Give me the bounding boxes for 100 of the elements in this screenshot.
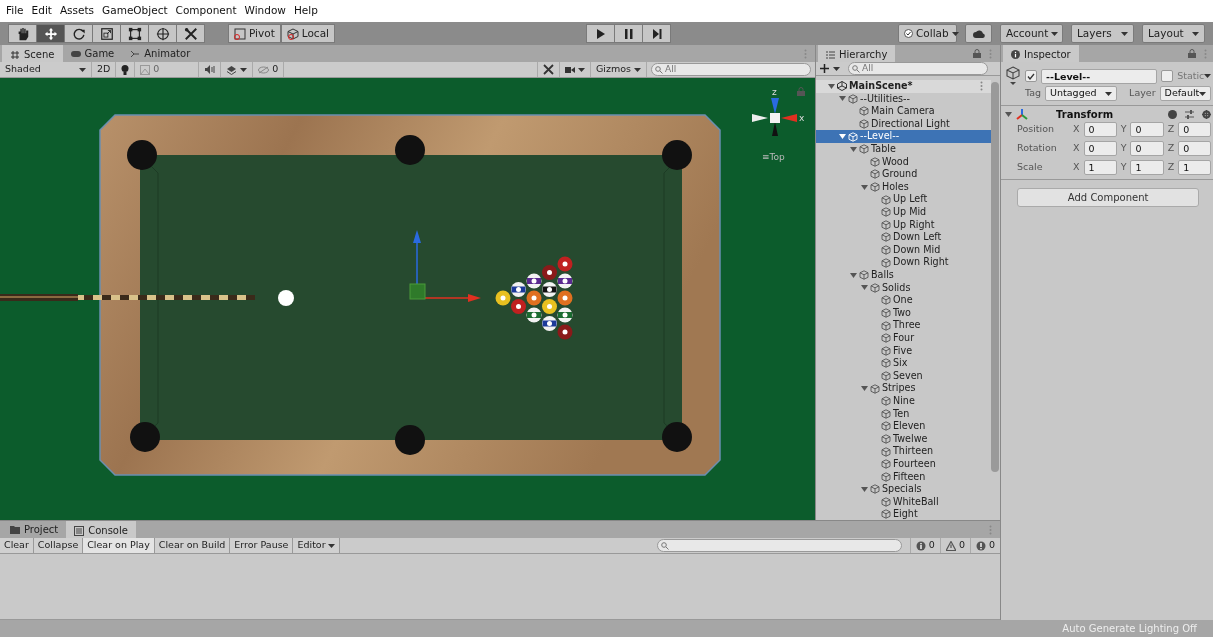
tools-button[interactable]: [537, 62, 560, 77]
number-field[interactable]: 1: [1130, 160, 1164, 175]
hierarchy-item[interactable]: Balls: [816, 268, 991, 282]
hierarchy-item[interactable]: Table: [816, 142, 991, 156]
hierarchy-item[interactable]: Down Mid: [816, 243, 991, 257]
hidden-objects-button[interactable]: 0: [253, 62, 285, 77]
clear-button[interactable]: Clear: [0, 538, 34, 553]
hierarchy-item[interactable]: Solids: [816, 281, 991, 295]
hierarchy-item[interactable]: --Level--: [816, 130, 991, 143]
hierarchy-item[interactable]: Fifteen: [816, 470, 991, 483]
hierarchy-item[interactable]: Main Camera: [816, 105, 991, 118]
number-field[interactable]: 0: [1083, 122, 1117, 137]
transform-tool-button[interactable]: [148, 24, 177, 43]
log-count-button[interactable]: 0: [939, 538, 970, 553]
hierarchy-item[interactable]: Up Right: [816, 218, 991, 232]
hierarchy-item[interactable]: Eleven: [816, 420, 991, 433]
hierarchy-item[interactable]: One: [816, 294, 991, 307]
console-toggle[interactable]: Clear on Play: [83, 538, 155, 553]
hierarchy-item[interactable]: Ground: [816, 168, 991, 181]
hierarchy-item[interactable]: WhiteBall: [816, 495, 991, 509]
console-toggle[interactable]: Clear on Build: [154, 538, 231, 553]
hierarchy-tab[interactable]: Hierarchy: [818, 45, 896, 62]
menu-item[interactable]: Component: [175, 3, 237, 19]
local-button[interactable]: Local: [280, 24, 335, 43]
tab[interactable]: Console: [66, 521, 136, 538]
custom-tool-button[interactable]: [176, 24, 205, 43]
editor-dropdown[interactable]: Editor: [293, 538, 340, 553]
hierarchy-item[interactable]: Twelwe: [816, 432, 991, 446]
number-field[interactable]: 1: [1083, 160, 1117, 175]
hierarchy-item[interactable]: Down Left: [816, 231, 991, 244]
hierarchy-item[interactable]: Up Mid: [816, 205, 991, 219]
move-tool-button[interactable]: [36, 24, 65, 43]
menu-item[interactable]: Help: [293, 3, 318, 19]
tab[interactable]: Animator: [122, 45, 199, 62]
hierarchy-item[interactable]: Fourteen: [816, 457, 991, 471]
hierarchy-item[interactable]: Directional Light: [816, 117, 991, 131]
number-field[interactable]: 0: [1083, 141, 1117, 156]
tag-dropdown[interactable]: Untagged: [1045, 86, 1118, 101]
hierarchy-item[interactable]: Stripes: [816, 382, 991, 395]
step-button[interactable]: [642, 24, 671, 43]
hierarchy-item[interactable]: Seven: [816, 369, 991, 383]
layers-dropdown[interactable]: Layers: [1071, 24, 1134, 43]
pause-button[interactable]: [614, 24, 643, 43]
menu-item[interactable]: Assets: [59, 3, 95, 19]
number-field[interactable]: 0: [1178, 122, 1212, 137]
hierarchy-item[interactable]: Five: [816, 344, 991, 358]
effects-button[interactable]: 0: [135, 62, 200, 77]
tab[interactable]: Scene: [2, 45, 63, 62]
hierarchy-item[interactable]: Nine: [816, 394, 991, 408]
hierarchy-item[interactable]: Three: [816, 319, 991, 332]
hierarchy-item[interactable]: Ten: [816, 407, 991, 421]
menu-item[interactable]: Window: [244, 3, 286, 19]
gizmos-dropdown[interactable]: Gizmos: [591, 62, 647, 77]
scale-tool-button[interactable]: [92, 24, 121, 43]
hierarchy-item[interactable]: Two: [816, 306, 991, 320]
cloud-button[interactable]: [965, 24, 992, 43]
scrollbar[interactable]: [991, 82, 999, 472]
pivot-button[interactable]: Pivot: [228, 24, 281, 43]
active-checkbox[interactable]: [1025, 70, 1037, 82]
2d-button[interactable]: 2D: [92, 62, 117, 77]
number-field[interactable]: 0: [1178, 141, 1212, 156]
hierarchy-item[interactable]: Wood: [816, 155, 991, 169]
tab[interactable]: Game: [62, 45, 123, 62]
hierarchy-item[interactable]: Six: [816, 357, 991, 370]
search-field[interactable]: All: [651, 63, 811, 76]
log-count-button[interactable]: 0: [909, 538, 940, 553]
rotate-tool-button[interactable]: [64, 24, 93, 43]
add-component-button[interactable]: Add Component: [1017, 188, 1200, 207]
search-field[interactable]: [656, 539, 902, 552]
hierarchy-item[interactable]: Eight: [816, 508, 991, 521]
hierarchy-item[interactable]: Down Right: [816, 256, 991, 269]
console-toggle[interactable]: Error Pause: [230, 538, 294, 553]
hierarchy-item[interactable]: Up Left: [816, 193, 991, 206]
inspector-tab[interactable]: Inspector: [1003, 45, 1079, 62]
hierarchy-item[interactable]: Thirteen: [816, 445, 991, 458]
hand-tool-button[interactable]: [8, 24, 37, 43]
search-field[interactable]: All: [848, 62, 988, 75]
number-field[interactable]: 0: [1130, 122, 1164, 137]
account-dropdown[interactable]: Account: [1000, 24, 1063, 43]
play-button[interactable]: [586, 24, 615, 43]
console-toggle[interactable]: Collapse: [33, 538, 84, 553]
rect-tool-button[interactable]: [120, 24, 149, 43]
hierarchy-item[interactable]: Specials: [816, 483, 991, 496]
layer-dropdown[interactable]: Default: [1159, 86, 1212, 101]
static-checkbox[interactable]: [1161, 70, 1174, 82]
number-field[interactable]: 0: [1130, 141, 1164, 156]
hierarchy-item[interactable]: MainScene*: [816, 80, 991, 93]
hierarchy-item[interactable]: Four: [816, 331, 991, 345]
menu-item[interactable]: GameObject: [102, 3, 168, 19]
number-field[interactable]: 1: [1178, 160, 1212, 175]
hierarchy-item[interactable]: Holes: [816, 180, 991, 194]
create-dropdown[interactable]: [820, 64, 840, 73]
name-field[interactable]: --Level--: [1041, 68, 1158, 84]
hierarchy-item[interactable]: --Utilities--: [816, 92, 991, 106]
tab[interactable]: Project: [2, 521, 67, 538]
shading-dropdown[interactable]: Shaded: [0, 62, 92, 77]
layout-dropdown[interactable]: Layout: [1142, 24, 1205, 43]
collab-dropdown[interactable]: Collab: [898, 24, 957, 43]
menu-item[interactable]: Edit: [31, 3, 52, 19]
menu-item[interactable]: File: [6, 3, 24, 19]
